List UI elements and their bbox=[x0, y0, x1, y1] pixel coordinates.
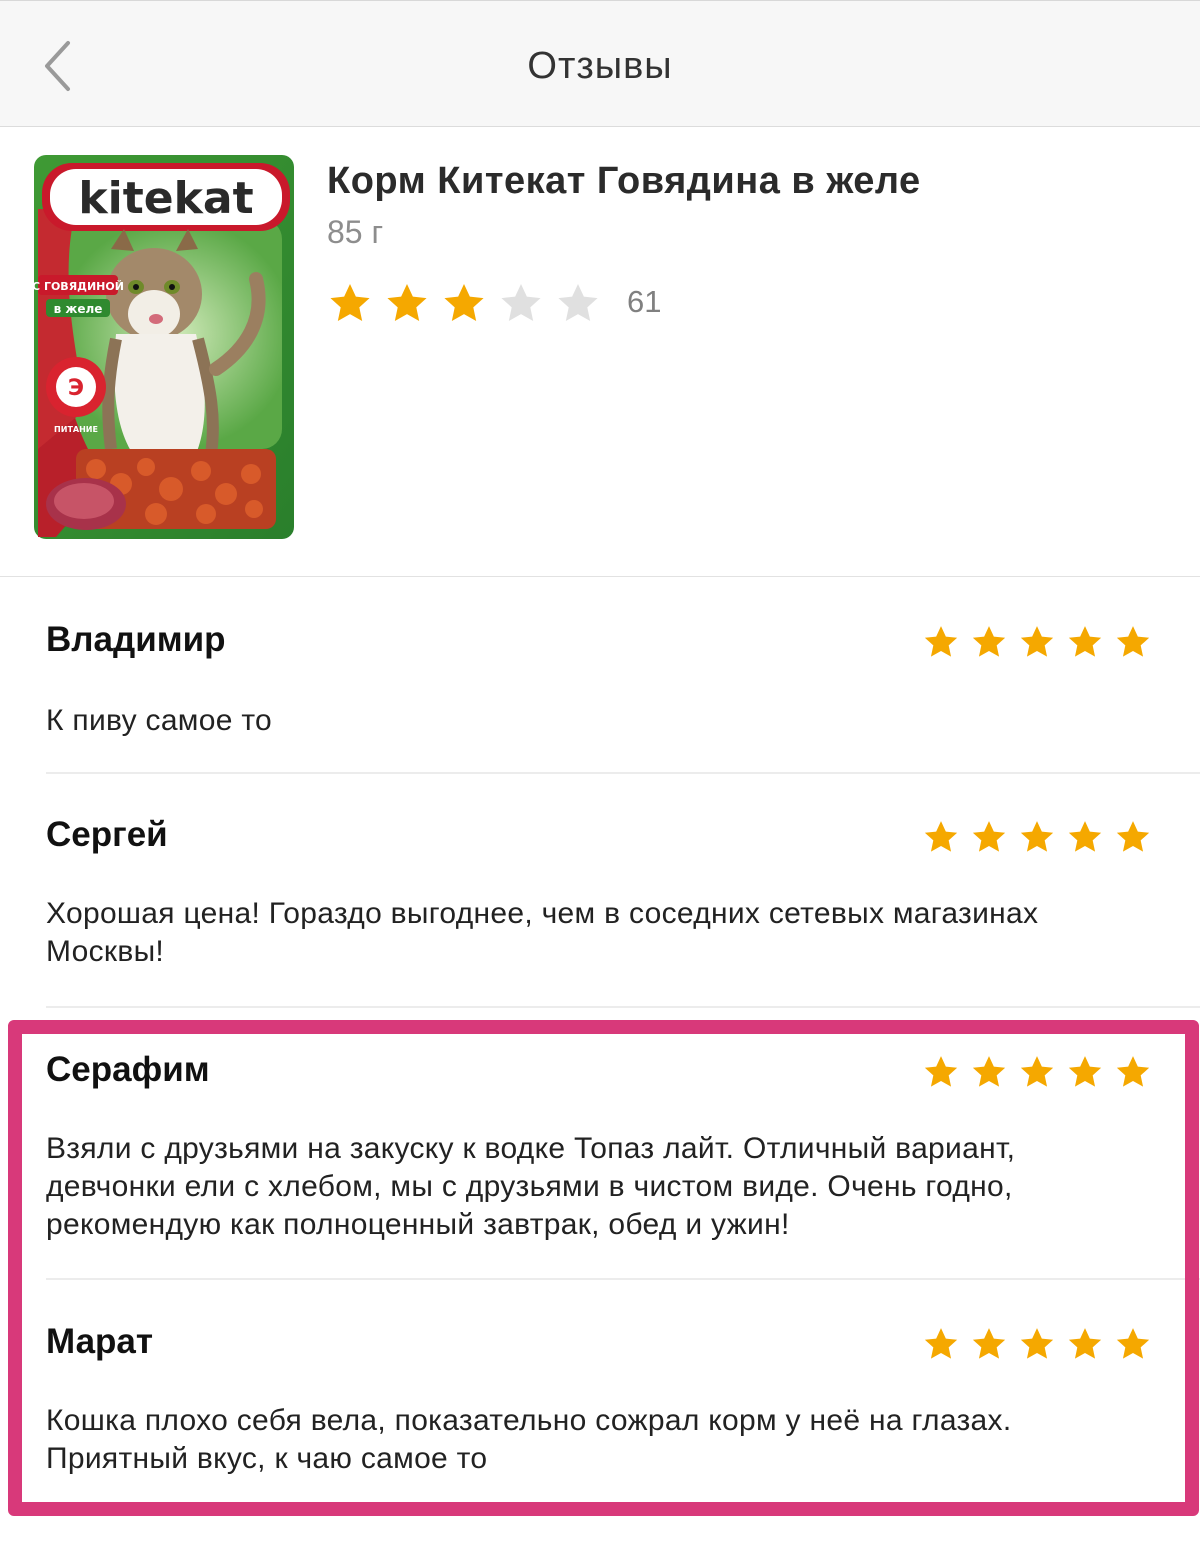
review-item: Серафим Взяли с друзьями на закуску к во… bbox=[46, 1050, 1200, 1270]
divider bbox=[46, 772, 1200, 774]
page-title: Отзывы bbox=[527, 45, 673, 87]
product-title: Корм Китекат Говядина в желе bbox=[327, 160, 921, 202]
star-filled-icon bbox=[330, 283, 370, 321]
review-author: Владимир bbox=[46, 620, 226, 659]
nutrition-badge: Э bbox=[68, 376, 84, 401]
review-item: Владимир К пиву самое то bbox=[46, 620, 1200, 760]
review-stars bbox=[912, 817, 1152, 855]
review-text-line: Приятный вкус, к чаю самое то bbox=[46, 1442, 488, 1475]
star-filled-icon bbox=[1068, 1328, 1102, 1359]
review-text-line: рекомендую как полноценный завтрак, обед… bbox=[46, 1208, 790, 1241]
star-filled-icon bbox=[972, 1328, 1006, 1359]
star-filled-icon bbox=[1068, 1056, 1102, 1087]
star-filled-icon bbox=[1116, 1328, 1150, 1359]
star-filled-icon bbox=[1116, 626, 1150, 657]
flavor-sublabel: в желе bbox=[54, 302, 103, 316]
review-text-line: Взяли с друзьями на закуску к водке Топа… bbox=[46, 1132, 1016, 1165]
nav-bar: Отзывы bbox=[0, 0, 1200, 127]
star-empty-icon bbox=[558, 283, 598, 321]
review-text-line: Кошка плохо себя вела, показательно сожр… bbox=[46, 1404, 1012, 1437]
review-text: Кошка плохо себя вела, показательно сожр… bbox=[46, 1402, 1156, 1478]
review-author: Серафим bbox=[46, 1050, 210, 1089]
product-rating[interactable]: 61 bbox=[327, 277, 661, 327]
star-filled-icon bbox=[924, 1056, 958, 1087]
review-count: 61 bbox=[627, 284, 662, 319]
product-star-rating bbox=[327, 279, 612, 325]
star-filled-icon bbox=[444, 283, 484, 321]
review-stars bbox=[912, 622, 1152, 660]
review-author: Марат bbox=[46, 1322, 154, 1361]
star-empty-icon bbox=[501, 283, 541, 321]
product-image[interactable]: kitekat С ГОВЯДИНОЙ в желе Э ПИТАНИЕ bbox=[16, 149, 298, 545]
star-filled-icon bbox=[924, 1328, 958, 1359]
flavor-label: С ГОВЯДИНОЙ bbox=[32, 280, 124, 293]
star-filled-icon bbox=[1116, 1056, 1150, 1087]
star-filled-icon bbox=[1068, 626, 1102, 657]
review-text-line: Москвы! bbox=[46, 935, 165, 968]
review-text: Хорошая цена! Гораздо выгоднее, чем в со… bbox=[46, 895, 1156, 971]
brand-logo: kitekat bbox=[78, 173, 253, 224]
star-filled-icon bbox=[387, 283, 427, 321]
review-stars bbox=[912, 1324, 1152, 1362]
star-filled-icon bbox=[1116, 821, 1150, 852]
product-card: kitekat С ГОВЯДИНОЙ в желе Э ПИТАНИЕ Кор… bbox=[0, 127, 1200, 577]
review-item: Марат Кошка плохо себя вела, показательн… bbox=[46, 1322, 1200, 1492]
star-filled-icon bbox=[924, 626, 958, 657]
star-filled-icon bbox=[1020, 626, 1054, 657]
review-stars bbox=[912, 1052, 1152, 1090]
divider bbox=[46, 1278, 1200, 1280]
review-text-line: девчонки ели с хлебом, мы с друзьями в ч… bbox=[46, 1170, 1013, 1203]
star-filled-icon bbox=[1020, 1056, 1054, 1087]
star-filled-icon bbox=[972, 821, 1006, 852]
review-text: Взяли с друзьями на закуску к водке Топа… bbox=[46, 1130, 1156, 1244]
star-filled-icon bbox=[972, 626, 1006, 657]
nutrition-badge-text: ПИТАНИЕ bbox=[54, 425, 98, 434]
star-filled-icon bbox=[972, 1056, 1006, 1087]
star-filled-icon bbox=[924, 821, 958, 852]
review-author: Сергей bbox=[46, 815, 168, 854]
review-text: К пиву самое то bbox=[46, 704, 273, 737]
review-item: Сергей Хорошая цена! Гораздо выгоднее, ч… bbox=[46, 815, 1200, 995]
star-filled-icon bbox=[1020, 1328, 1054, 1359]
divider bbox=[46, 1006, 1200, 1008]
star-filled-icon bbox=[1068, 821, 1102, 852]
review-text-line: Хорошая цена! Гораздо выгоднее, чем в со… bbox=[46, 897, 1039, 930]
star-filled-icon bbox=[1020, 821, 1054, 852]
product-weight: 85 г bbox=[327, 214, 384, 250]
